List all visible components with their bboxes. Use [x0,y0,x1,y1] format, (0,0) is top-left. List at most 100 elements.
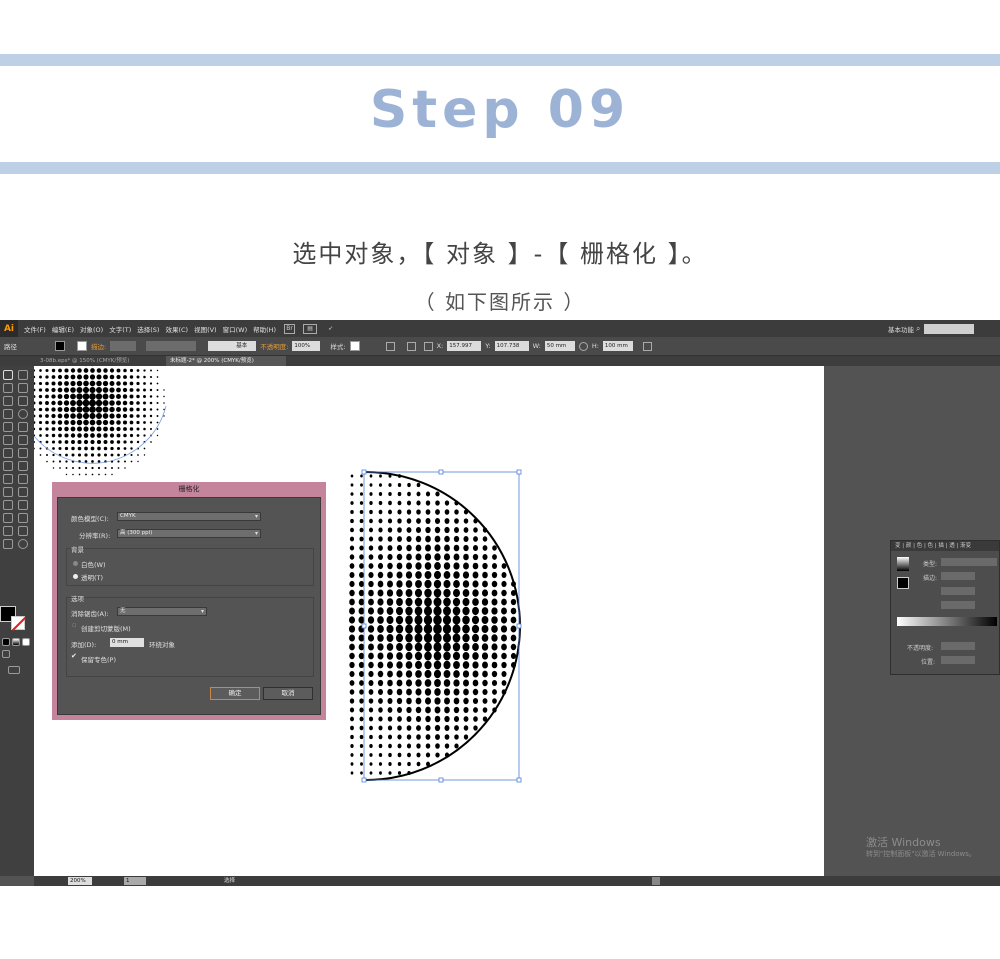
halftone-dot [129,394,134,399]
gradient-fill-stroke-icon[interactable] [897,577,909,589]
draw-mode-icon[interactable] [2,650,10,658]
bg-transparent-radio[interactable] [73,574,78,579]
menu-edit[interactable]: 编辑(E) [52,324,74,334]
pencil-tool-icon[interactable] [18,422,28,432]
opacity-label[interactable]: 不透明度: [260,341,288,351]
eyedropper-tool-icon[interactable] [3,500,13,510]
blob-brush-tool-icon[interactable] [3,435,13,445]
fill-color-swatch[interactable] [55,341,65,351]
gradient-position-field[interactable] [941,656,975,664]
width-tool-icon[interactable] [3,461,13,471]
screen-mode-icon[interactable] [8,666,20,674]
halftone-dot [482,670,488,678]
align-icon[interactable] [406,341,416,351]
gradient-panel-tabs[interactable]: 变 | 颜 | 色 | 色 | 描 | 透 | 渐变 [891,541,999,551]
transform-icon[interactable] [642,341,652,351]
gradient-tool-icon[interactable] [18,487,28,497]
workspace-switcher[interactable]: 基本功能 [888,324,914,334]
activation-watermark-title: 激活 Windows [866,836,941,849]
stroke-style-field[interactable]: 基本 [208,341,257,351]
bg-white-radio[interactable] [73,561,78,566]
blend-tool-icon[interactable] [18,500,28,510]
lasso-tool-icon[interactable] [18,383,28,393]
symbol-sprayer-tool-icon[interactable] [3,513,13,523]
page-field[interactable]: 1 [124,877,146,885]
perspective-grid-tool-icon[interactable] [18,474,28,484]
keep-spot-checkbox[interactable]: ✔ [71,652,77,660]
menu-effect[interactable]: 效果(C) [165,324,188,334]
menu-type[interactable]: 文字(T) [109,324,131,334]
menu-object[interactable]: 对象(O) [80,324,103,334]
free-transform-tool-icon[interactable] [18,461,28,471]
zoom-field[interactable]: 200% [68,877,92,885]
stroke-label[interactable]: 描边: [91,341,106,351]
halftone-dot [481,643,489,651]
graphic-style-swatch[interactable] [349,341,360,351]
reference-point-icon[interactable] [423,341,433,351]
ok-button[interactable]: 确定 [210,687,260,700]
stroke-weight-field[interactable] [110,341,137,351]
eraser-tool-icon[interactable] [18,435,28,445]
type-tool-icon[interactable] [18,396,28,406]
paintbrush-tool-icon[interactable] [3,422,13,432]
height-field[interactable]: 100 mm [602,341,633,351]
pen-tool-icon[interactable] [3,396,13,406]
stroke-color-swatch[interactable] [77,341,87,351]
menu-window[interactable]: 窗口(W) [223,324,248,334]
color-mode-icon[interactable] [2,638,10,646]
search-input[interactable]: ⌕ [916,323,974,334]
mesh-tool-icon[interactable] [3,487,13,497]
panel-menu-icon[interactable] [662,342,671,351]
gradient-aspect-field[interactable] [941,601,975,609]
gradient-type-field[interactable] [941,558,997,566]
column-graph-tool-icon[interactable] [18,513,28,523]
halftone-dot [435,734,440,740]
gradient-preview-swatch[interactable] [897,557,909,571]
send-icon[interactable]: ➶ [325,324,336,334]
gradient-opacity-field[interactable] [941,642,975,650]
selection-tool-icon[interactable] [3,370,13,380]
cancel-button[interactable]: 取消 [263,687,313,700]
slice-tool-icon[interactable] [18,526,28,536]
add-amount-field[interactable]: 0 mm [110,638,144,647]
resolution-select[interactable]: 高 (300 ppi) [117,529,261,538]
bridge-icon[interactable]: Br [284,323,296,334]
stroke-swatch[interactable] [11,616,25,630]
recolor-icon[interactable] [385,341,395,351]
y-field[interactable]: 107.738 [494,341,529,351]
none-mode-icon[interactable] [22,638,30,646]
shape-builder-tool-icon[interactable] [3,474,13,484]
menu-select[interactable]: 选择(S) [137,324,159,334]
direct-selection-tool-icon[interactable] [18,370,28,380]
line-tool-icon[interactable] [3,409,13,419]
gradient-stroke-field[interactable] [941,572,975,580]
menu-file[interactable]: 文件(F) [24,324,46,334]
horizontal-scrollbar[interactable] [652,877,660,885]
gradient-angle-field[interactable] [941,587,975,595]
artboard-tool-icon[interactable] [3,526,13,536]
color-model-select[interactable]: CMYK [117,512,261,521]
scale-tool-icon[interactable] [18,448,28,458]
rotate-tool-icon[interactable] [3,448,13,458]
halftone-dot [407,482,411,488]
hand-tool-icon[interactable] [3,539,13,549]
antialias-select[interactable]: 无 [117,607,207,616]
zoom-tool-icon[interactable] [18,539,28,549]
menu-help[interactable]: 帮助(H) [253,324,276,334]
tab-document-2[interactable]: 未标题-2* @ 200% (CMYK/预览) [166,356,286,366]
halftone-dot [38,381,43,386]
opacity-field[interactable]: 100% [292,341,321,351]
halftone-dot [435,500,440,506]
gradient-slider[interactable] [897,617,997,626]
arrange-icon[interactable]: ▤ [303,323,318,334]
width-field[interactable]: 50 mm [544,341,575,351]
magic-wand-tool-icon[interactable] [3,383,13,393]
x-field[interactable]: 157.997 [447,341,482,351]
gradient-mode-icon[interactable] [12,638,20,646]
variable-width-field[interactable] [146,341,197,351]
constrain-icon[interactable] [578,341,588,351]
menu-view[interactable]: 视图(V) [194,324,217,334]
clip-mask-checkbox[interactable]: ▫ [72,621,77,629]
ellipse-tool-icon[interactable] [18,409,28,419]
tab-document-1[interactable]: 3-08b.eps* @ 150% (CMYK/预览) [36,356,166,366]
